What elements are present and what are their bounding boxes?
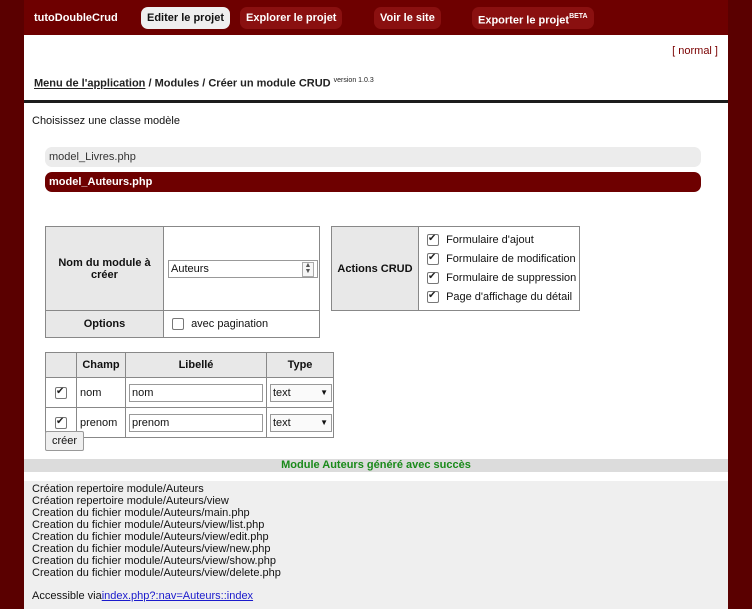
nav-voir-site-label: Voir le site (380, 12, 435, 24)
nav-voir-site[interactable]: Voir le site (374, 7, 441, 29)
log-line: Création repertoire module/Auteurs (32, 483, 204, 495)
row-prenom-checkbox[interactable] (55, 416, 67, 429)
row-nom-type-cell: text ▼ (266, 377, 334, 408)
log-line: Creation du fichier module/Auteurs/view/… (32, 567, 281, 579)
module-index-link[interactable]: index.php?:nav=Auteurs::index (102, 590, 253, 602)
module-settings-table: Nom du module à créer Auteurs ▲ ▼ Options… (45, 226, 320, 338)
nav-editer-projet-label: Editer le projet (147, 12, 225, 24)
create-button[interactable]: créer (45, 431, 85, 451)
options-label: Options (45, 310, 164, 338)
log-line: Creation du fichier module/Auteurs/view/… (32, 519, 265, 531)
breadcrumb-menu-link[interactable]: Menu de l'application (34, 78, 145, 90)
success-message: Module Auteurs généré avec succès (24, 459, 728, 472)
col-header-champ: Champ (76, 352, 126, 378)
action-ajout-checkbox[interactable] (427, 233, 439, 246)
nav-exporter-projet-label: Exporter le projet (478, 14, 570, 27)
log-line: Creation du fichier module/Auteurs/view/… (32, 555, 276, 567)
app-brand: tutoDoubleCrud (34, 12, 118, 24)
action-suppression-label: Formulaire de suppression (446, 271, 577, 284)
nav-editer-projet[interactable]: Editer le projet (141, 7, 231, 29)
dropdown-arrow-icon: ▼ (320, 417, 328, 427)
col-header-select (45, 352, 77, 378)
dropdown-arrow-icon: ▼ (320, 387, 328, 397)
breadcrumb: Menu de l'application / Modules / Créer … (34, 77, 374, 90)
crud-actions-list: Formulaire d'ajout Formulaire de modific… (418, 226, 580, 311)
spin-arrows-icon[interactable]: ▲ ▼ (302, 261, 314, 277)
row-nom-libelle-cell: nom (125, 377, 267, 408)
action-ajout-label: Formulaire d'ajout (446, 233, 534, 246)
table-row: nom nom text ▼ (45, 377, 334, 408)
action-suppression-checkbox[interactable] (427, 271, 439, 284)
row-prenom-type-cell: text ▼ (266, 407, 334, 438)
fields-table: Champ Libellé Type nom nom text ▼ prenom… (45, 352, 334, 438)
accessible-via: Accessible viaindex.php?:nav=Auteurs::in… (32, 590, 253, 602)
pagination-label: avec pagination (191, 317, 269, 330)
module-name-value: Auteurs (171, 262, 209, 275)
action-ajout: Formulaire d'ajout (427, 231, 578, 250)
table-row: prenom prenom text ▼ (45, 407, 334, 438)
top-navigation-bar: tutoDoubleCrud Editer le projet Explorer… (24, 0, 728, 35)
action-modification: Formulaire de modification (427, 250, 578, 269)
action-detail: Page d'affichage du détail (427, 288, 578, 307)
generation-log: Création repertoire module/Auteurs Créat… (24, 481, 728, 609)
options-cell: avec pagination (163, 310, 320, 338)
nav-explorer-projet[interactable]: Explorer le projet (240, 7, 343, 29)
action-modification-checkbox[interactable] (427, 252, 439, 265)
log-line: Création repertoire module/Auteurs/view (32, 495, 229, 507)
row-prenom-type-select[interactable]: text ▼ (270, 413, 332, 432)
col-header-type: Type (266, 352, 334, 378)
row-prenom-libelle-input[interactable]: prenom (129, 413, 263, 432)
accessible-prefix: Accessible via (32, 590, 102, 602)
version-label: version 1.0.3 (333, 77, 374, 84)
row-nom-type-value: text (273, 386, 291, 399)
breadcrumb-path: / Modules / Créer un module CRUD (145, 77, 334, 90)
page-content: [ normal ] Menu de l'application / Modul… (24, 35, 728, 609)
row-prenom-type-value: text (273, 416, 291, 429)
beta-badge: BETA (569, 13, 588, 20)
choose-model-label: Choisissez une classe modèle (32, 115, 180, 127)
nav-exporter-projet[interactable]: Exporter le projetBETA (472, 7, 594, 29)
module-name-label: Nom du module à créer (45, 226, 164, 311)
log-line: Creation du fichier module/Auteurs/view/… (32, 531, 269, 543)
row-nom-type-select[interactable]: text ▼ (270, 383, 332, 402)
crud-actions-label: Actions CRUD (331, 226, 419, 311)
model-item-auteurs[interactable]: model_Auteurs.php (45, 172, 701, 192)
action-modification-label: Formulaire de modification (446, 252, 576, 265)
log-line: Creation du fichier module/Auteurs/main.… (32, 507, 250, 519)
mode-normal-link[interactable]: [ normal ] (672, 45, 718, 57)
header-divider (24, 100, 728, 103)
row-nom-libelle-input[interactable]: nom (129, 383, 263, 402)
action-detail-label: Page d'affichage du détail (446, 290, 573, 303)
pagination-checkbox[interactable] (172, 318, 184, 331)
nav-explorer-projet-label: Explorer le projet (246, 12, 337, 24)
action-detail-checkbox[interactable] (427, 290, 439, 303)
col-header-libelle: Libellé (125, 352, 267, 378)
model-item-livres[interactable]: model_Livres.php (45, 147, 701, 167)
row-prenom-libelle-cell: prenom (125, 407, 267, 438)
crud-actions-table: Actions CRUD Formulaire d'ajout Formulai… (331, 226, 580, 311)
module-name-cell: Auteurs ▲ ▼ (163, 226, 320, 311)
row-select-cell (45, 377, 77, 408)
log-line: Creation du fichier module/Auteurs/view/… (32, 543, 271, 555)
module-name-input[interactable]: Auteurs ▲ ▼ (168, 259, 318, 278)
row-nom-checkbox[interactable] (55, 386, 67, 399)
action-suppression: Formulaire de suppression (427, 269, 578, 288)
row-nom-champ: nom (76, 377, 126, 408)
